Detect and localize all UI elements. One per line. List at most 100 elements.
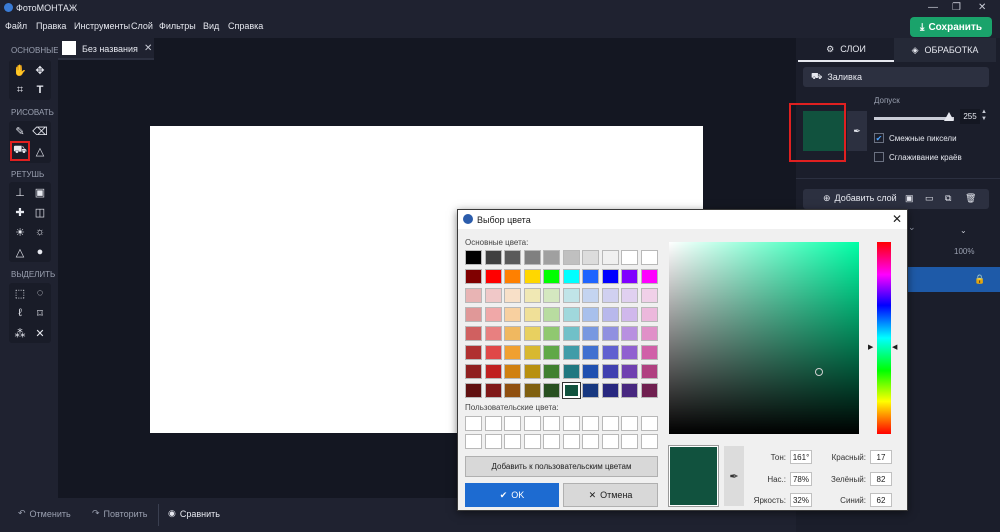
basic-color-cell[interactable] [543,288,560,303]
menu-filters[interactable]: Фильтры [159,21,196,31]
basic-color-cell[interactable] [523,383,541,398]
shapes-tool-icon[interactable]: △ [31,142,49,160]
magic-select-icon[interactable]: ⁂ [11,324,29,342]
menu-file[interactable]: Файл [5,21,27,31]
undo-button[interactable]: ↶ Отменить [18,508,71,519]
basic-color-cell[interactable] [621,383,638,398]
basic-color-cell[interactable] [621,364,638,379]
dialog-close-icon[interactable]: ✕ [892,212,902,226]
tolerance-spinner[interactable]: ▲ ▼ [981,109,987,123]
add-layer-button[interactable]: ⊕ Добавить слой [823,193,897,204]
basic-color-cell[interactable] [465,326,482,341]
saturation-value-field[interactable] [669,242,859,434]
basic-color-cell[interactable] [523,250,541,265]
basic-color-cell[interactable] [543,364,560,379]
basic-color-cell[interactable] [582,364,599,379]
tolerance-slider-thumb[interactable] [944,112,954,121]
green-input[interactable]: 82 [870,472,892,486]
basic-color-cell[interactable] [484,269,502,284]
basic-color-cell[interactable] [484,250,502,265]
patch-tool-icon[interactable]: ▣ [31,183,49,201]
brightness-field[interactable]: Яркость: 32% [746,493,812,507]
custom-color-cell[interactable] [465,434,482,449]
basic-color-cell[interactable] [484,307,502,322]
fill-color-swatch[interactable] [803,111,844,151]
crop-tool-icon[interactable]: ⌗ [11,81,29,99]
basic-color-cell[interactable] [562,307,580,322]
basic-color-cell[interactable] [504,364,521,379]
basic-color-cell[interactable] [601,364,619,379]
healing-tool-icon[interactable]: ✚ [11,203,29,221]
custom-color-cell[interactable] [640,416,658,431]
drop-tool-icon[interactable]: ● [31,243,49,261]
blur-tool-icon[interactable]: ◫ [31,203,49,221]
tolerance-slider[interactable] [874,117,954,120]
trash-icon[interactable]: 🗑 [965,193,976,204]
basic-color-cell[interactable] [523,288,541,303]
custom-color-cell[interactable] [601,434,619,449]
burn-tool-icon[interactable]: ☼ [31,223,49,241]
lock-icon[interactable]: 🔒 [974,274,985,285]
basic-color-cell[interactable] [621,307,638,322]
custom-color-cell[interactable] [523,434,541,449]
hue-slider[interactable] [877,242,891,434]
basic-color-cell[interactable] [484,288,502,303]
basic-color-cell[interactable] [504,307,521,322]
basic-color-cell[interactable] [601,307,619,322]
basic-color-cell[interactable] [562,250,580,265]
dodge-tool-icon[interactable]: ☀ [11,223,29,241]
add-custom-color-button[interactable]: Добавить к пользовательским цветам [465,456,658,477]
basic-color-cell[interactable] [543,307,560,322]
duplicate-icon[interactable]: ⧉ [945,193,951,204]
ellipse-select-icon[interactable]: ◌ [31,284,49,302]
basic-color-cell[interactable] [640,288,658,303]
custom-color-cell[interactable] [523,416,541,431]
basic-color-cell[interactable] [465,383,482,398]
sharpen-tool-icon[interactable]: △ [11,243,29,261]
basic-color-cell[interactable] [523,364,541,379]
basic-color-cell[interactable] [561,382,581,399]
basic-color-cell[interactable] [523,326,541,341]
opacity-slider[interactable] [908,247,948,256]
basic-color-cell[interactable] [601,326,619,341]
basic-color-cell[interactable] [484,383,502,398]
basic-color-cell[interactable] [640,345,658,360]
basic-color-cell[interactable] [621,288,638,303]
text-tool-icon[interactable]: T [31,81,49,99]
basic-color-cell[interactable] [504,250,521,265]
menu-tools[interactable]: Инструменты [74,21,130,31]
basic-color-cell[interactable] [601,250,619,265]
basic-color-cell[interactable] [601,345,619,360]
custom-color-cell[interactable] [465,416,482,431]
close-window-icon[interactable]: ✕ [978,2,986,13]
basic-color-cell[interactable] [562,269,580,284]
fill-tool-icon[interactable]: ⛟ [10,141,30,161]
basic-color-cell[interactable] [504,269,521,284]
eyedropper-button[interactable]: ✒ [847,111,867,151]
basic-color-cell[interactable] [621,269,638,284]
basic-color-cell[interactable] [601,383,619,398]
menu-help[interactable]: Справка [228,21,263,31]
brush-tool-icon[interactable]: ✎ [11,122,29,140]
custom-color-cell[interactable] [621,416,638,431]
basic-color-cell[interactable] [465,307,482,322]
basic-color-cell[interactable] [484,345,502,360]
custom-color-cell[interactable] [621,434,638,449]
opacity-dropdown-icon[interactable]: ⌄ [960,226,967,235]
custom-color-cell[interactable] [562,434,580,449]
basic-color-cell[interactable] [465,345,482,360]
menu-edit[interactable]: Правка [36,21,66,31]
antialias-checkbox[interactable] [874,152,884,162]
custom-color-cell[interactable] [504,434,521,449]
minimize-icon[interactable]: — [928,2,938,13]
basic-color-cell[interactable] [504,345,521,360]
basic-color-cell[interactable] [621,326,638,341]
basic-color-cell[interactable] [601,269,619,284]
basic-color-cell[interactable] [543,250,560,265]
basic-color-cell[interactable] [562,326,580,341]
basic-color-cell[interactable] [504,326,521,341]
green-field[interactable]: Зелёный: 82 [826,472,892,486]
basic-color-cell[interactable] [640,269,658,284]
basic-color-cell[interactable] [523,345,541,360]
cancel-button[interactable]: ✕ Отмена [563,483,658,507]
